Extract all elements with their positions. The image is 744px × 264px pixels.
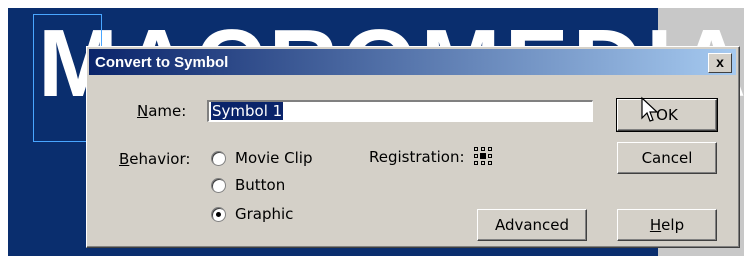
advanced-button[interactable]: Advanced xyxy=(477,209,587,241)
reg-cell-br[interactable] xyxy=(488,161,492,165)
reg-cell-mr[interactable] xyxy=(488,154,492,158)
radio-button[interactable] xyxy=(211,178,226,193)
reg-cell-tl[interactable] xyxy=(474,147,478,151)
dialog-titlebar[interactable]: Convert to Symbol x xyxy=(89,49,736,75)
radio-graphic[interactable] xyxy=(211,207,226,222)
reg-cell-bc[interactable] xyxy=(481,161,485,165)
dialog-title: Convert to Symbol xyxy=(95,54,229,71)
behavior-label: Behavior: xyxy=(119,150,191,168)
registration-grid-icon[interactable] xyxy=(474,147,492,165)
name-label: Name: xyxy=(137,102,187,120)
reg-cell-bl[interactable] xyxy=(474,161,478,165)
reg-cell-ml[interactable] xyxy=(474,154,478,158)
mouse-pointer-icon xyxy=(641,96,659,122)
radio-graphic-dot xyxy=(216,212,221,217)
name-field-value: Symbol 1 xyxy=(211,102,284,120)
radio-movie-clip[interactable] xyxy=(211,151,226,166)
reg-cell-center[interactable] xyxy=(480,153,486,159)
ok-button[interactable]: OK xyxy=(616,98,718,132)
button-label: Button xyxy=(235,176,286,194)
close-button[interactable]: x xyxy=(708,53,732,73)
movie-clip-label: Movie Clip xyxy=(235,149,313,167)
cancel-button[interactable]: Cancel xyxy=(617,142,717,174)
help-button[interactable]: Help xyxy=(617,209,717,241)
graphic-label: Graphic xyxy=(235,205,294,223)
registration-label: Registration: xyxy=(369,148,465,166)
convert-to-symbol-dialog: Convert to Symbol x Name: Symbol 1 Behav… xyxy=(86,46,740,248)
reg-cell-tr[interactable] xyxy=(488,147,492,151)
name-field[interactable]: Symbol 1 xyxy=(207,100,593,122)
reg-cell-tc[interactable] xyxy=(481,147,485,151)
